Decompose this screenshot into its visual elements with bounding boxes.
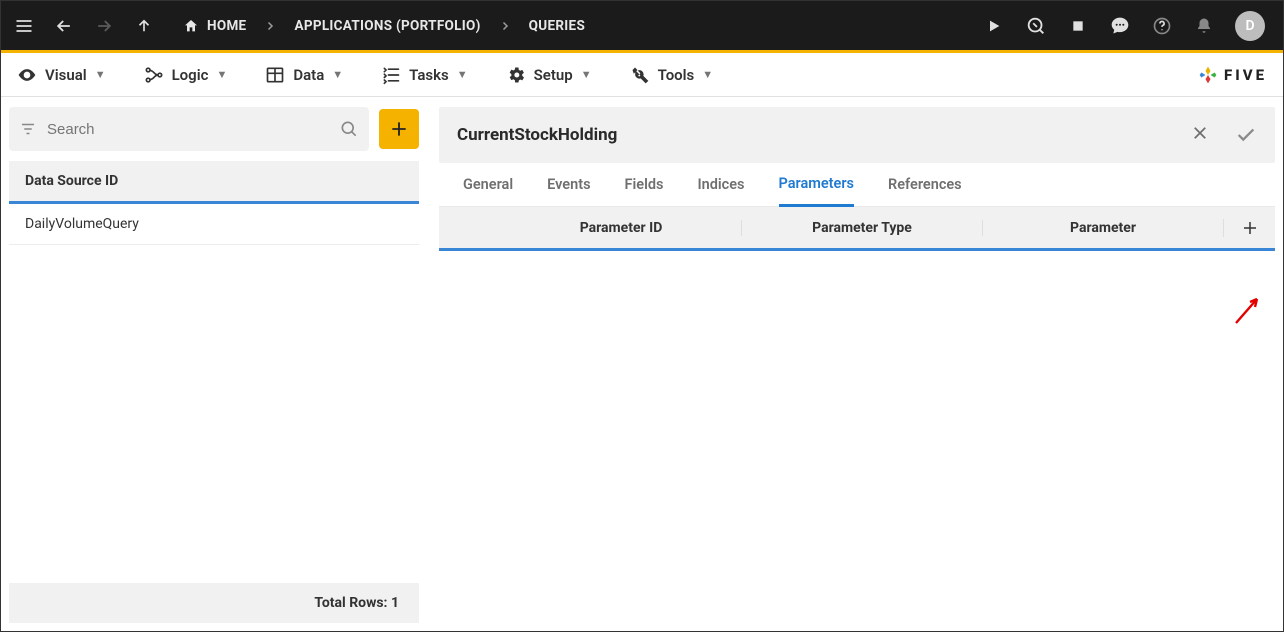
brand-label: FIVE bbox=[1224, 66, 1267, 84]
detail-header: CurrentStockHolding bbox=[439, 107, 1275, 163]
menu-logic[interactable]: Logic ▼ bbox=[144, 65, 228, 85]
tasks-icon bbox=[381, 65, 401, 85]
menu-data-label: Data bbox=[293, 66, 324, 84]
left-panel: Data Source ID DailyVolumeQuery Total Ro… bbox=[1, 97, 427, 631]
brand: FIVE bbox=[1198, 65, 1267, 85]
right-panel: CurrentStockHolding General Events Field… bbox=[439, 97, 1283, 631]
menu-setup[interactable]: Setup ▼ bbox=[506, 65, 592, 85]
eye-icon bbox=[17, 65, 37, 85]
play-icon[interactable] bbox=[983, 15, 1005, 37]
hamburger-icon[interactable] bbox=[13, 15, 35, 37]
parameters-table-header: Parameter ID Parameter Type Parameter bbox=[439, 207, 1275, 251]
menu-visual-label: Visual bbox=[45, 66, 87, 84]
chevron-right-icon bbox=[499, 20, 511, 32]
menu-tools[interactable]: Tools ▼ bbox=[630, 65, 714, 85]
home-icon bbox=[183, 18, 199, 34]
annotation-arrow bbox=[1231, 293, 1265, 327]
chevron-down-icon: ▼ bbox=[702, 68, 713, 81]
tab-indices[interactable]: Indices bbox=[697, 164, 744, 205]
breadcrumb-queries[interactable]: QUERIES bbox=[529, 18, 585, 34]
tools-icon bbox=[630, 65, 650, 85]
search-icon[interactable] bbox=[339, 119, 359, 139]
chevron-right-icon bbox=[264, 20, 276, 32]
menu-tools-label: Tools bbox=[658, 66, 695, 84]
chevron-down-icon: ▼ bbox=[216, 68, 227, 81]
add-parameter-button[interactable] bbox=[1223, 219, 1275, 237]
menu-visual[interactable]: Visual ▼ bbox=[17, 65, 106, 85]
add-button[interactable] bbox=[379, 109, 419, 149]
main: Data Source ID DailyVolumeQuery Total Ro… bbox=[1, 97, 1283, 631]
breadcrumb-apps-label: APPLICATIONS (PORTFOLIO) bbox=[294, 18, 480, 34]
chevron-down-icon: ▼ bbox=[457, 68, 468, 81]
menu-tasks-label: Tasks bbox=[409, 66, 449, 84]
search-input[interactable] bbox=[47, 121, 329, 138]
tab-general[interactable]: General bbox=[463, 164, 513, 205]
avatar[interactable]: D bbox=[1235, 11, 1265, 41]
detail-tabs: General Events Fields Indices Parameters… bbox=[439, 163, 1275, 207]
avatar-letter: D bbox=[1245, 18, 1254, 34]
gear-icon bbox=[506, 65, 526, 85]
menu-logic-label: Logic bbox=[172, 66, 209, 84]
plus-icon bbox=[389, 119, 409, 139]
menubar: Visual ▼ Logic ▼ Data ▼ Tasks ▼ Setup ▼ … bbox=[1, 53, 1283, 97]
topbar-right: D bbox=[983, 11, 1265, 41]
tab-events[interactable]: Events bbox=[547, 164, 590, 205]
help-icon[interactable] bbox=[1151, 15, 1173, 37]
close-icon[interactable] bbox=[1191, 124, 1209, 146]
search-box bbox=[9, 107, 369, 151]
menu-setup-label: Setup bbox=[534, 66, 573, 84]
search-row bbox=[1, 97, 427, 161]
menu-data[interactable]: Data ▼ bbox=[265, 65, 343, 85]
chevron-down-icon: ▼ bbox=[581, 68, 592, 81]
list-item[interactable]: DailyVolumeQuery bbox=[9, 204, 419, 245]
back-icon[interactable] bbox=[53, 15, 75, 37]
col-parameter-type: Parameter Type bbox=[742, 220, 983, 236]
chevron-down-icon: ▼ bbox=[95, 68, 106, 81]
up-icon[interactable] bbox=[133, 15, 155, 37]
confirm-icon[interactable] bbox=[1235, 124, 1257, 146]
topbar-left: HOME APPLICATIONS (PORTFOLIO) QUERIES bbox=[13, 15, 585, 37]
detail-title: CurrentStockHolding bbox=[457, 125, 617, 145]
logic-icon bbox=[144, 65, 164, 85]
menu-tasks[interactable]: Tasks ▼ bbox=[381, 65, 467, 85]
left-footer: Total Rows: 1 bbox=[9, 583, 419, 623]
tab-references[interactable]: References bbox=[888, 164, 962, 205]
bell-icon[interactable] bbox=[1193, 15, 1215, 37]
forward-icon bbox=[93, 15, 115, 37]
breadcrumb: HOME APPLICATIONS (PORTFOLIO) QUERIES bbox=[183, 18, 585, 34]
breadcrumb-queries-label: QUERIES bbox=[529, 18, 585, 34]
chevron-down-icon: ▼ bbox=[332, 68, 343, 81]
col-parameter-id: Parameter ID bbox=[501, 220, 742, 236]
left-column-header: Data Source ID bbox=[9, 161, 419, 204]
tab-fields[interactable]: Fields bbox=[625, 164, 664, 205]
table-icon bbox=[265, 65, 285, 85]
plus-icon bbox=[1241, 219, 1259, 237]
stop-icon[interactable] bbox=[1067, 15, 1089, 37]
debug-icon[interactable] bbox=[1025, 15, 1047, 37]
col-parameter: Parameter bbox=[983, 220, 1223, 236]
tab-parameters[interactable]: Parameters bbox=[779, 163, 855, 207]
topbar: HOME APPLICATIONS (PORTFOLIO) QUERIES bbox=[1, 1, 1283, 53]
breadcrumb-home[interactable]: HOME bbox=[183, 18, 246, 34]
breadcrumb-home-label: HOME bbox=[207, 18, 246, 34]
brand-logo-icon bbox=[1198, 65, 1218, 85]
filter-icon[interactable] bbox=[19, 120, 37, 138]
detail-actions bbox=[1191, 124, 1257, 146]
chat-icon[interactable] bbox=[1109, 15, 1131, 37]
breadcrumb-apps[interactable]: APPLICATIONS (PORTFOLIO) bbox=[294, 18, 480, 34]
